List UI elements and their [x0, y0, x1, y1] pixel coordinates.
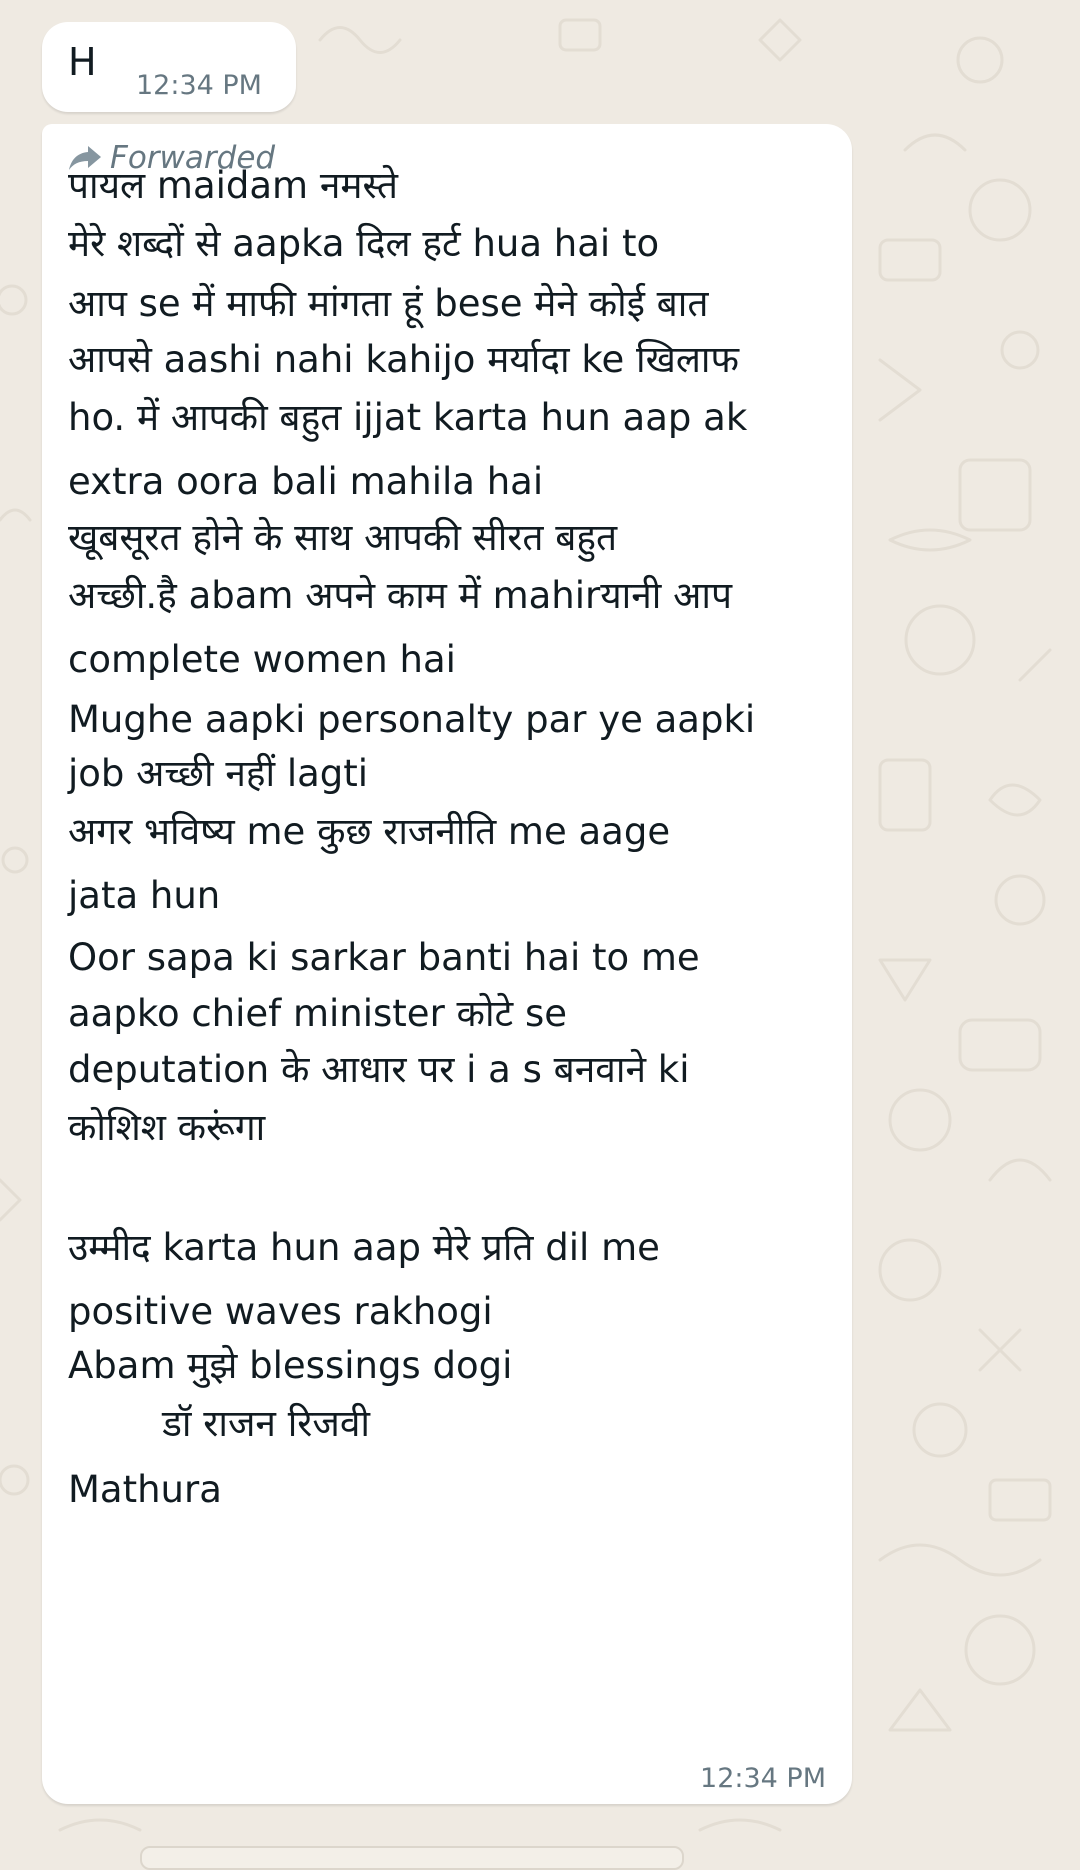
message-line: डॉ राजन रिजवी	[68, 1402, 371, 1445]
message-line: job अच्छी नहीं lagti	[68, 752, 369, 795]
message-line: Mughe aapki personalty par ye aapki	[68, 698, 756, 741]
message-line: आप se में माफी मांगता हूं bese मेने कोई …	[68, 282, 709, 325]
message-line: extra oora bali mahila hai	[68, 460, 544, 503]
message-line: उम्मीद karta hun aap मेरे प्रति dil me	[68, 1226, 660, 1269]
message-timestamp: 12:34 PM	[700, 1763, 826, 1794]
message-text: H	[68, 40, 97, 84]
message-line: खूबसूरत होने के साथ आपकी सीरत बहुत	[68, 516, 618, 559]
message-timestamp: 12:34 PM	[136, 70, 262, 101]
message-line: positive waves rakhogi	[68, 1290, 493, 1333]
message-line: complete women hai	[68, 638, 456, 681]
message-line: aapko chief minister कोटे se	[68, 992, 567, 1035]
message-line: ho. में आपकी बहुत ijjat karta hun aap ak	[68, 396, 748, 439]
message-line: Abam मुझे blessings dogi	[68, 1344, 513, 1387]
message-line: Oor sapa ki sarkar banti hai to me	[68, 936, 700, 979]
message-line: deputation के आधार पर i a s बनवाने ki	[68, 1048, 690, 1091]
message-line: अच्छी.है abam अपने काम में mahirयानी आप	[68, 574, 732, 617]
message-line: अगर भविष्य me कुछ राजनीति me aage	[68, 810, 671, 853]
forwarded-message-bubble[interactable]: Forwarded पायल maidam नमस्ते मेरे शब्दों…	[42, 124, 852, 1804]
message-input-edge[interactable]	[140, 1846, 684, 1870]
composer-edge	[0, 1830, 1080, 1870]
message-line: कोशिश करूंगा	[68, 1106, 266, 1149]
message-line: पायल maidam नमस्ते	[68, 164, 399, 207]
message-line: मेरे शब्दों से aapka दिल हर्ट hua hai to	[68, 222, 660, 265]
message-line: आपसे aashi nahi kahijo मर्यादा ke खिलाफ	[68, 338, 740, 381]
message-bubble-sender[interactable]: H 12:34 PM	[42, 22, 296, 112]
message-line: jata hun	[68, 874, 221, 917]
message-line: Mathura	[68, 1468, 222, 1511]
